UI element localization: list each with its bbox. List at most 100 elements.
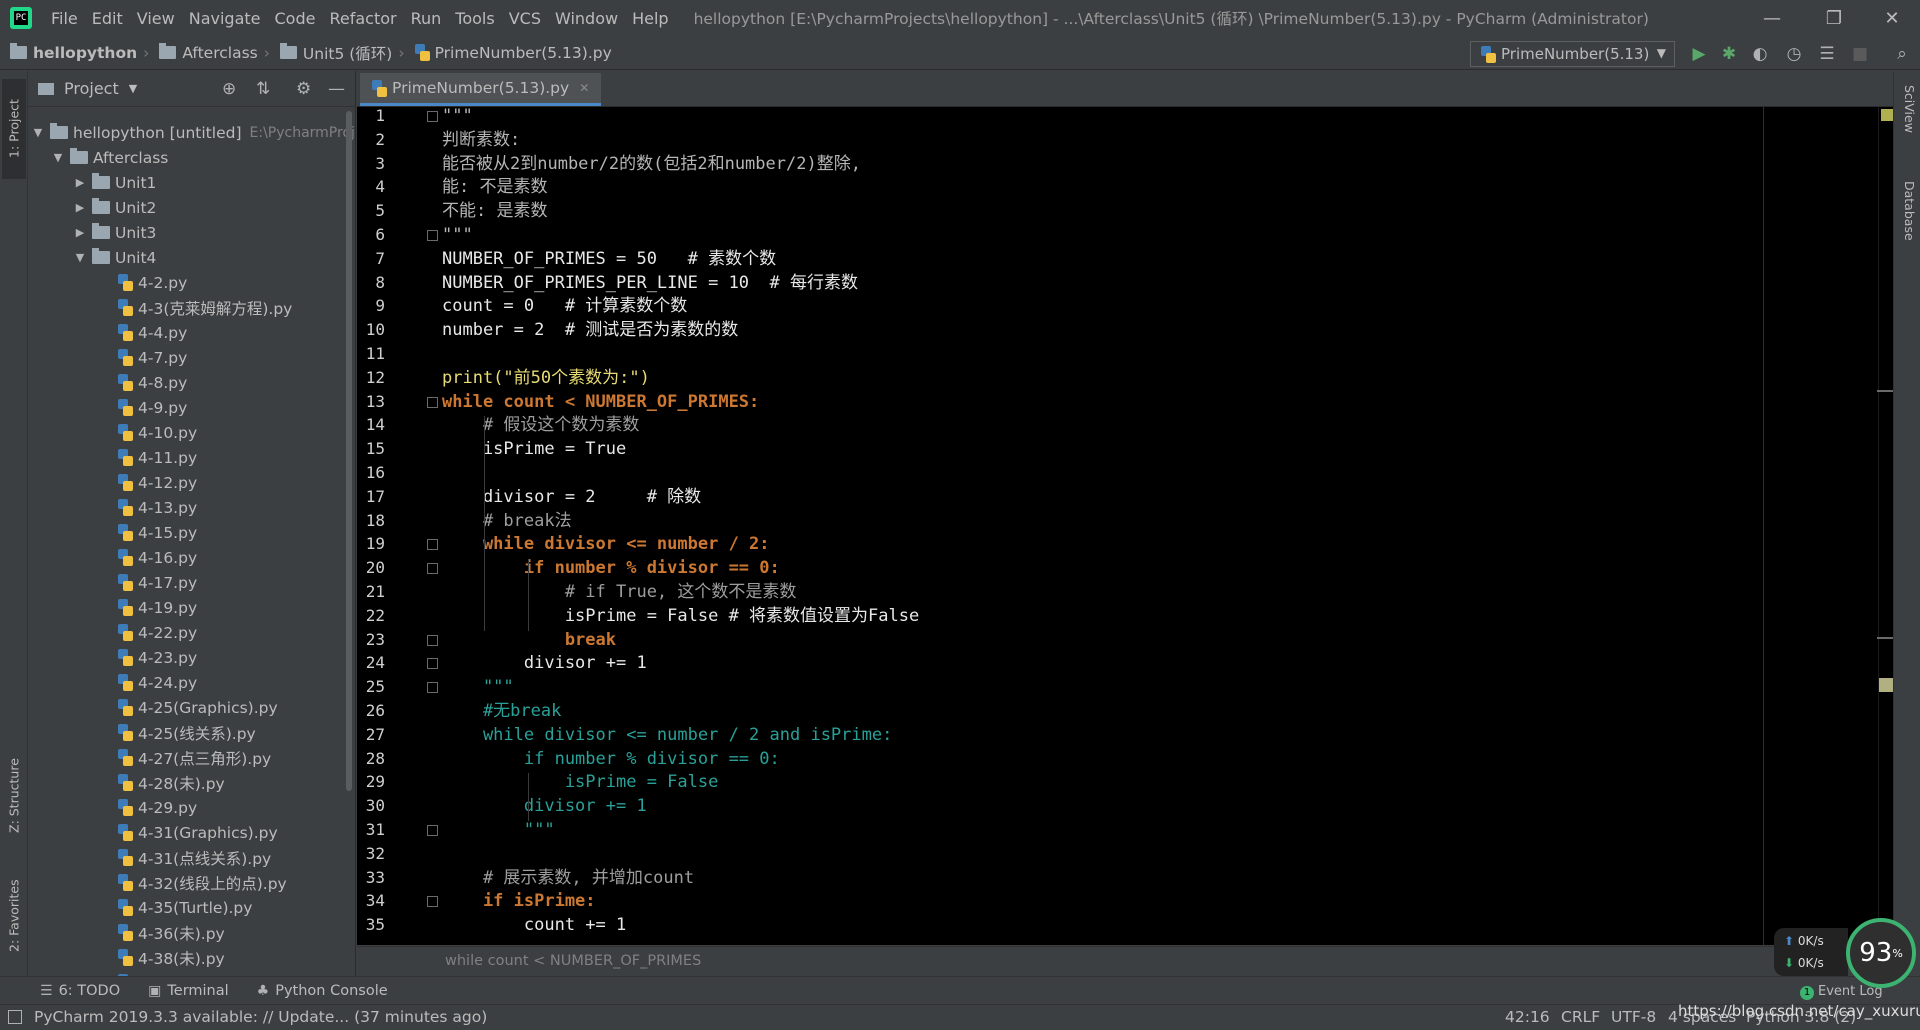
- tree-file[interactable]: 4-15.py: [98, 520, 197, 545]
- tree-file[interactable]: 4-13.py: [98, 495, 197, 520]
- tree-file[interactable]: 4-19.py: [98, 595, 197, 620]
- tree-file[interactable]: 4-28(未).py: [98, 770, 225, 795]
- tree-file[interactable]: 4-3(克莱姆解方程).py: [98, 295, 292, 320]
- expand-right-icon[interactable]: ▶: [72, 176, 88, 189]
- code-line[interactable]: isPrime = True: [442, 437, 626, 461]
- code-breadcrumb[interactable]: while count < NUMBER_OF_PRIMES: [445, 953, 701, 969]
- code-line[interactable]: NUMBER_OF_PRIMES = 50 # 素数个数: [442, 247, 776, 271]
- menu-file[interactable]: File: [44, 9, 85, 28]
- tree-file[interactable]: 4-16.py: [98, 545, 197, 570]
- line-separator[interactable]: CRLF: [1561, 1008, 1600, 1026]
- code-line[interactable]: if number % divisor == 0:: [442, 747, 780, 771]
- code-line[interactable]: if isPrime:: [442, 889, 596, 913]
- code-line[interactable]: # if True, 这个数不是素数: [442, 580, 797, 604]
- caret-position[interactable]: 42:16: [1505, 1008, 1550, 1026]
- menu-navigate[interactable]: Navigate: [182, 9, 268, 28]
- breadcrumb-file[interactable]: PrimeNumber(5.13).py: [405, 44, 612, 62]
- fold-marker-icon[interactable]: [427, 634, 438, 646]
- stop-icon[interactable]: ■: [1850, 44, 1870, 64]
- tree-file[interactable]: 4-8.py: [98, 370, 187, 395]
- tree-file[interactable]: 4-10.py: [98, 420, 197, 445]
- code-line[interactable]: number = 2 # 测试是否为素数的数: [442, 318, 738, 342]
- expand-down-icon[interactable]: ▼: [72, 251, 88, 264]
- fold-marker-icon[interactable]: [427, 396, 438, 408]
- python-console-tool-button[interactable]: ♣ Python Console: [257, 983, 388, 999]
- todo-tool-button[interactable]: ☰ 6: TODO: [40, 983, 120, 999]
- breadcrumb-unit5[interactable]: Unit5 (循环) ›: [270, 42, 405, 64]
- expand-right-icon[interactable]: ▶: [72, 201, 88, 214]
- menu-help[interactable]: Help: [625, 9, 675, 28]
- code-line[interactable]: # break法: [442, 509, 572, 533]
- code-line[interactable]: while divisor <= number / 2:: [442, 532, 770, 556]
- concurrency-icon[interactable]: ☰: [1817, 44, 1837, 64]
- code-line[interactable]: count = 0 # 计算素数个数: [442, 294, 687, 318]
- code-line[interactable]: """: [442, 818, 555, 842]
- code-line[interactable]: print("前50个素数为:"): [442, 366, 650, 390]
- expand-down-icon[interactable]: ▼: [30, 126, 46, 139]
- run-configuration-select[interactable]: PrimeNumber(5.13) ▼: [1470, 41, 1675, 67]
- tree-file[interactable]: 4-22.py: [98, 620, 197, 645]
- code-line[interactable]: isPrime = False # 将素数值设置为False: [442, 604, 919, 628]
- locate-icon[interactable]: ⊕: [222, 79, 236, 99]
- code-line[interactable]: divisor += 1: [442, 794, 647, 818]
- fold-marker-icon[interactable]: [427, 111, 438, 122]
- code-editor[interactable]: 1 2 3 4 5 6 7 8 9 10 11 12 13 14 15 16 17 18 19 20 21 22 23 24 2…: [357, 107, 1920, 945]
- code-line[interactable]: count += 1: [442, 913, 626, 937]
- favorites-tool-tab[interactable]: 2: Favorites: [2, 861, 26, 971]
- code-line[interactable]: if number % divisor == 0:: [442, 556, 780, 580]
- project-view-select[interactable]: Project: [64, 79, 119, 98]
- menu-refactor[interactable]: Refactor: [322, 9, 403, 28]
- tree-file[interactable]: 4-4.py: [98, 320, 187, 345]
- code-line[interactable]: isPrime = False: [442, 770, 719, 794]
- scroll-marker[interactable]: [1877, 390, 1893, 392]
- tree-file[interactable]: 4-25(线关系).py: [98, 720, 256, 745]
- tree-file[interactable]: 4-11.py: [98, 445, 197, 470]
- code-line[interactable]: # 假设这个数为素数: [442, 413, 639, 437]
- code-line[interactable]: while count < NUMBER_OF_PRIMES:: [442, 390, 759, 414]
- tree-file[interactable]: 4-27(点三角形).py: [98, 745, 271, 770]
- tree-file[interactable]: 4-7.py: [98, 345, 187, 370]
- close-icon[interactable]: ✕: [1864, 0, 1920, 36]
- tree-file[interactable]: 4-31(Graphics).py: [98, 820, 278, 845]
- debug-icon[interactable]: ✱: [1719, 44, 1739, 64]
- expand-right-icon[interactable]: ▶: [72, 226, 88, 239]
- fold-marker-icon[interactable]: [427, 658, 438, 670]
- tree-root[interactable]: ▼ hellopython [untitled] E:\PycharmProj: [30, 120, 355, 145]
- sciview-tool-tab[interactable]: SciView: [1897, 85, 1917, 133]
- tree-file[interactable]: 4-32(线段上的点).py: [98, 870, 287, 895]
- database-tool-tab[interactable]: Database: [1897, 181, 1917, 241]
- code-line[interactable]: divisor += 1: [442, 651, 647, 675]
- tree-file[interactable]: 4-23.py: [98, 645, 197, 670]
- scroll-marker[interactable]: [1877, 637, 1893, 639]
- tree-file[interactable]: 4-29.py: [98, 795, 197, 820]
- menu-tools[interactable]: Tools: [448, 9, 501, 28]
- tree-file[interactable]: 4-31(点线关系).py: [98, 845, 271, 870]
- tree-file[interactable]: 4-2.py: [98, 270, 187, 295]
- code-line[interactable]: while divisor <= number / 2 and isPrime:: [442, 723, 892, 747]
- tree-file[interactable]: 4-25(Graphics).py: [98, 695, 278, 720]
- code-line[interactable]: """: [442, 223, 473, 247]
- tree-folder-unit[interactable]: ▼ Unit4: [72, 245, 156, 270]
- fold-marker-icon[interactable]: [427, 682, 438, 694]
- fold-marker-icon[interactable]: [427, 896, 438, 908]
- tree-file[interactable]: 4-36(未).py: [98, 920, 225, 945]
- chevron-down-icon[interactable]: ▼: [129, 82, 137, 95]
- menu-code[interactable]: Code: [268, 9, 323, 28]
- fold-marker-icon[interactable]: [427, 825, 438, 836]
- gear-icon[interactable]: ⚙: [296, 79, 311, 99]
- code-line[interactable]: break: [442, 628, 616, 652]
- coverage-icon[interactable]: ◐: [1750, 44, 1770, 64]
- toggle-tool-windows-icon[interactable]: [8, 1010, 22, 1024]
- editor-scrollbar[interactable]: [1878, 107, 1879, 945]
- project-scrollbar[interactable]: [346, 111, 352, 791]
- project-tool-tab[interactable]: 1: Project: [2, 79, 26, 179]
- run-icon[interactable]: ▶: [1689, 44, 1709, 64]
- tree-file[interactable]: 4-38(未).py: [98, 945, 225, 970]
- code-area[interactable]: """ 判断素数: 能否被从2到number/2的数(包括2和number/2)整除…: [442, 107, 1742, 945]
- search-icon[interactable]: ⌕: [1892, 44, 1912, 64]
- tab-primenumber[interactable]: PrimeNumber(5.13).py ✕: [360, 73, 602, 106]
- expand-down-icon[interactable]: ▼: [50, 151, 66, 164]
- menu-run[interactable]: Run: [404, 9, 449, 28]
- code-line[interactable]: 判断素数:: [442, 128, 520, 152]
- minimize-icon[interactable]: —: [1744, 0, 1800, 36]
